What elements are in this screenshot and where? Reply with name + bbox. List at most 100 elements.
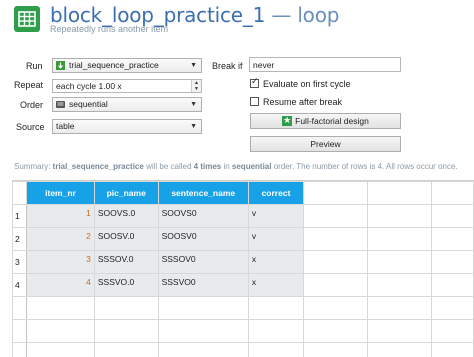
spin-arrows-icon[interactable]: ▲▼ (191, 80, 201, 93)
table-row-empty[interactable] (13, 297, 474, 320)
run-select[interactable]: trial_sequence_practice ▼ (52, 58, 202, 73)
empty-cell[interactable] (27, 297, 95, 320)
full-factorial-button[interactable]: ★Full-factorial design (250, 113, 401, 129)
column-header[interactable]: correct (248, 182, 303, 205)
row-number[interactable]: 1 (13, 205, 27, 228)
table-header-row: item_nr pic_name sentence_name correct (13, 182, 474, 205)
table-cell[interactable]: SOOVS.0 (94, 205, 158, 228)
empty-cell[interactable] (94, 320, 158, 343)
empty-column-header[interactable] (304, 182, 368, 205)
table-cell[interactable]: 2 (27, 228, 95, 251)
table-row-empty[interactable] (13, 320, 474, 343)
table-row[interactable]: 1 1 SOOVS.0 SOOVS0 v (13, 205, 474, 228)
row-number[interactable] (13, 320, 27, 343)
empty-cell[interactable] (304, 228, 368, 251)
empty-cell[interactable] (304, 297, 368, 320)
summary-suffix: order. The number of rows is 4. All rows… (271, 162, 457, 171)
empty-cell[interactable] (432, 228, 474, 251)
empty-cell[interactable] (432, 205, 474, 228)
table-cell[interactable]: SSSOV0 (158, 251, 248, 274)
break-if-input[interactable]: never (249, 57, 401, 72)
preview-button[interactable]: Preview (250, 136, 401, 152)
loop-table[interactable]: item_nr pic_name sentence_name correct 1… (12, 180, 474, 357)
empty-cell[interactable] (304, 274, 368, 297)
break-if-value: never (253, 60, 274, 70)
row-number[interactable]: 3 (13, 251, 27, 274)
table-corner (13, 182, 27, 205)
empty-cell[interactable] (432, 320, 474, 343)
empty-cell[interactable] (158, 320, 248, 343)
empty-cell[interactable] (368, 320, 432, 343)
empty-cell[interactable] (158, 297, 248, 320)
source-select[interactable]: table ▼ (52, 119, 202, 134)
preview-label: Preview (310, 139, 340, 149)
empty-cell[interactable] (94, 343, 158, 357)
summary-order: sequential (232, 162, 272, 171)
evaluate-first-label[interactable]: Evaluate on first cycle (263, 79, 351, 89)
empty-cell[interactable] (248, 297, 303, 320)
repeat-label: Repeat (14, 80, 43, 90)
row-number[interactable] (13, 297, 27, 320)
empty-cell[interactable] (432, 343, 474, 357)
resume-after-break-checkbox[interactable] (250, 97, 259, 106)
row-number[interactable]: 2 (13, 228, 27, 251)
run-select-value: trial_sequence_practice (69, 59, 159, 72)
table-cell[interactable]: SOOSV.0 (94, 228, 158, 251)
table-cell[interactable]: SSSVO0 (158, 274, 248, 297)
column-header[interactable]: pic_name (94, 182, 158, 205)
item-description[interactable]: Repeatedly runs another item (50, 24, 168, 34)
evaluate-first-checkbox[interactable] (250, 79, 259, 88)
table-cell[interactable]: SOOSV0 (158, 228, 248, 251)
empty-cell[interactable] (368, 297, 432, 320)
empty-cell[interactable] (432, 297, 474, 320)
run-label: Run (26, 61, 43, 71)
table-row[interactable]: 2 2 SOOSV.0 SOOSV0 v (13, 228, 474, 251)
repeat-spinbox[interactable]: each cycle 1.00 x ▲▼ (52, 79, 202, 93)
table-cell[interactable]: 1 (27, 205, 95, 228)
empty-cell[interactable] (432, 274, 474, 297)
table-cell[interactable]: v (248, 205, 303, 228)
row-number[interactable]: 4 (13, 274, 27, 297)
empty-column-header[interactable] (432, 182, 474, 205)
table-row[interactable]: 4 4 SSSVO.0 SSSVO0 x (13, 274, 474, 297)
table-cell[interactable]: SOOVS0 (158, 205, 248, 228)
table-cell[interactable]: 4 (27, 274, 95, 297)
order-label: Order (20, 100, 43, 110)
empty-cell[interactable] (158, 343, 248, 357)
empty-cell[interactable] (304, 320, 368, 343)
source-label: Source (16, 122, 45, 132)
table-cell[interactable]: v (248, 228, 303, 251)
empty-cell[interactable] (304, 251, 368, 274)
table-row[interactable]: 3 3 SSSOV.0 SSSOV0 x (13, 251, 474, 274)
table-cell[interactable]: x (248, 251, 303, 274)
combo-arrow-icon: ▼ (190, 98, 197, 111)
empty-cell[interactable] (368, 274, 432, 297)
empty-cell[interactable] (27, 343, 95, 357)
empty-cell[interactable] (94, 297, 158, 320)
table-cell[interactable]: SSSOV.0 (94, 251, 158, 274)
table-row-empty[interactable] (13, 343, 474, 357)
table-cell[interactable]: SSSVO.0 (94, 274, 158, 297)
row-number[interactable] (13, 343, 27, 357)
empty-cell[interactable] (248, 320, 303, 343)
table-cell[interactable]: 3 (27, 251, 95, 274)
table-cell[interactable]: x (248, 274, 303, 297)
order-select[interactable]: sequential ▼ (52, 97, 202, 112)
summary-item: trial_sequence_practice (53, 162, 144, 171)
empty-cell[interactable] (304, 343, 368, 357)
column-header[interactable]: item_nr (27, 182, 95, 205)
column-header[interactable]: sentence_name (158, 182, 248, 205)
summary-text-2: in (221, 162, 232, 171)
empty-cell[interactable] (368, 251, 432, 274)
resume-after-break-label[interactable]: Resume after break (263, 97, 342, 107)
empty-cell[interactable] (368, 205, 432, 228)
item-type: loop (297, 3, 339, 27)
empty-cell[interactable] (27, 320, 95, 343)
empty-cell[interactable] (432, 251, 474, 274)
empty-cell[interactable] (304, 205, 368, 228)
empty-cell[interactable] (248, 343, 303, 357)
combo-arrow-icon: ▼ (190, 59, 197, 72)
empty-column-header[interactable] (368, 182, 432, 205)
empty-cell[interactable] (368, 228, 432, 251)
empty-cell[interactable] (368, 343, 432, 357)
